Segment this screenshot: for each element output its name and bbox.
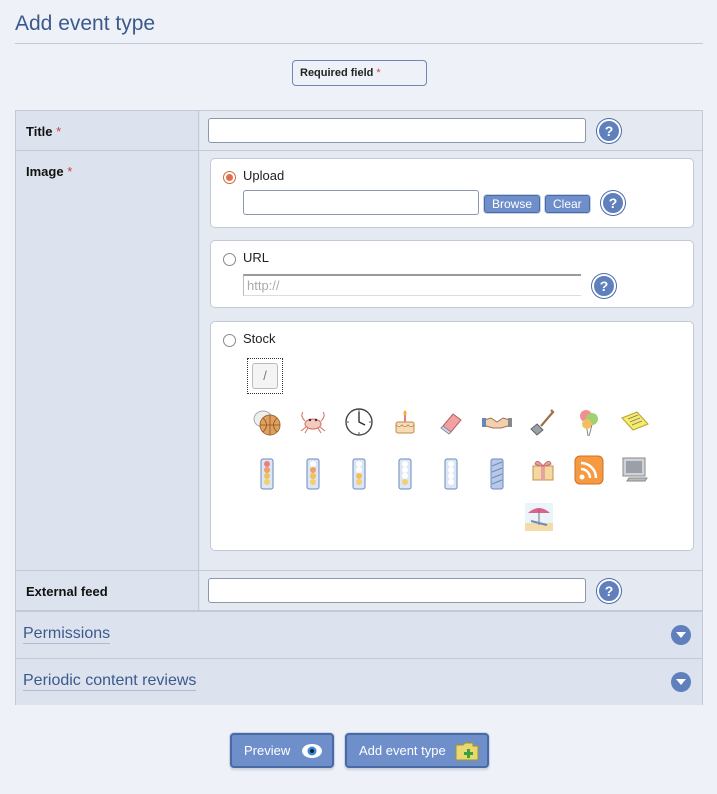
event-type-form: Title * ? Image * Upload Browse Clear ? <box>15 110 703 705</box>
external-feed-row: External feed ? <box>16 571 702 611</box>
clear-button[interactable]: Clear <box>545 195 590 213</box>
upload-option-card: Upload Browse Clear ? <box>210 158 694 228</box>
external-feed-input[interactable] <box>208 578 586 603</box>
required-marker: * <box>376 67 381 79</box>
basketball-icon[interactable] <box>251 406 283 438</box>
title-divider <box>15 43 703 44</box>
title-help-icon[interactable]: ? <box>597 119 621 143</box>
url-input[interactable]: http:// <box>243 274 581 296</box>
traffic-light-white-icon[interactable] <box>435 458 467 490</box>
external-feed-help-icon[interactable]: ? <box>597 579 621 603</box>
traffic-light-orange-icon[interactable] <box>297 458 329 490</box>
upload-radio-label: Upload <box>243 168 285 183</box>
add-event-type-button[interactable]: Add event type <box>345 733 489 768</box>
required-field-legend: Required field * <box>292 60 427 86</box>
url-option-card: URL http:// ? <box>210 240 694 308</box>
url-help-icon[interactable]: ? <box>592 274 616 298</box>
external-feed-label: External feed <box>16 571 199 610</box>
crab-icon[interactable] <box>297 406 329 438</box>
chevron-down-icon[interactable] <box>671 625 691 645</box>
beach-icon[interactable] <box>523 501 555 533</box>
upload-radio[interactable] <box>223 171 236 184</box>
title-row: Title * ? <box>16 111 702 151</box>
clock-icon[interactable] <box>343 406 375 438</box>
shovel-icon[interactable] <box>527 406 559 438</box>
rss-feed-icon[interactable] <box>573 454 605 486</box>
preview-button[interactable]: Preview <box>230 733 334 768</box>
stock-radio-label: Stock <box>243 331 276 346</box>
upload-help-icon[interactable]: ? <box>601 191 625 215</box>
stock-selected-thumbnail[interactable]: / <box>247 358 283 394</box>
url-radio[interactable] <box>223 253 236 266</box>
section-periodic-reviews-title: Periodic content reviews <box>23 672 197 691</box>
selected-thumb: / <box>252 363 278 389</box>
url-radio-label: URL <box>243 250 270 265</box>
image-row: Image * Upload Browse Clear ? URL http:/… <box>16 151 702 571</box>
stock-radio[interactable] <box>223 334 236 347</box>
handshake-icon[interactable] <box>481 406 513 438</box>
upload-file-input[interactable] <box>243 190 479 215</box>
balloons-icon[interactable] <box>573 406 605 438</box>
gift-box-icon[interactable] <box>527 454 559 486</box>
page-title: Add event type <box>15 12 156 35</box>
add-folder-icon <box>455 742 479 761</box>
required-field-label: Required field <box>300 67 374 79</box>
chevron-down-icon[interactable] <box>671 672 691 692</box>
eraser-icon[interactable] <box>435 406 467 438</box>
title-label: Title * <box>16 111 199 150</box>
preview-button-label: Preview <box>244 743 291 758</box>
birthday-cake-icon[interactable] <box>389 406 421 438</box>
section-permissions-title: Permissions <box>23 625 111 644</box>
progress-bar-icon[interactable] <box>481 458 513 490</box>
add-event-type-button-label: Add event type <box>359 743 446 758</box>
traffic-light-yellow-icon[interactable] <box>343 458 375 490</box>
traffic-light-red-icon[interactable] <box>251 458 283 490</box>
eye-icon <box>302 744 322 758</box>
sticky-note-icon[interactable] <box>619 406 651 438</box>
image-label: Image * <box>16 151 199 570</box>
title-input[interactable] <box>208 118 586 143</box>
traffic-light-blue-icon[interactable] <box>389 458 421 490</box>
monitor-icon[interactable] <box>619 454 651 486</box>
section-periodic-content-reviews[interactable]: Periodic content reviews <box>16 658 702 705</box>
stock-option-card: Stock / <box>210 321 694 551</box>
section-permissions[interactable]: Permissions <box>16 611 702 658</box>
browse-button[interactable]: Browse <box>484 195 541 213</box>
